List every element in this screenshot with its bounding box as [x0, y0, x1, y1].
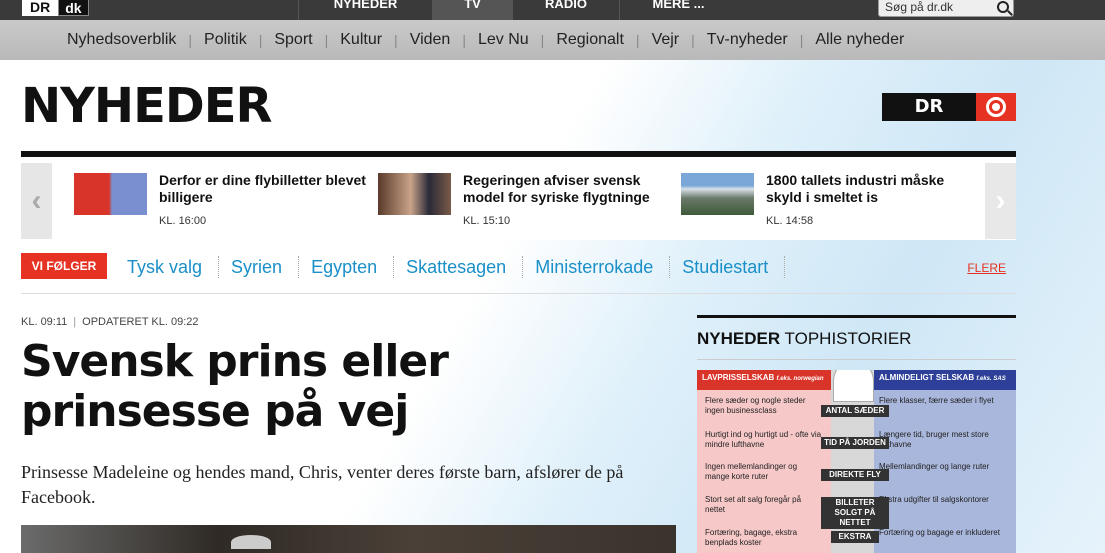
- heading-bold: NYHEDER: [697, 329, 781, 348]
- follow-links: Tysk valg Syrien Egypten Skattesagen Min…: [115, 254, 786, 280]
- top-nav-mere[interactable]: MERE ...: [619, 0, 737, 20]
- section-viden[interactable]: Viden: [398, 31, 463, 49]
- article-lead: Prinsesse Madeleine og hendes mand, Chri…: [21, 462, 624, 507]
- section-tv-nyheder[interactable]: Tv-nyheder: [695, 31, 800, 49]
- label-online-sales: BILLETER SOLGT PÅ NETTET: [821, 497, 889, 529]
- section-lev-nu[interactable]: Lev Nu: [466, 31, 541, 49]
- carousel-item[interactable]: Regeringen afviser svensk model for syri…: [378, 167, 678, 227]
- article-headline[interactable]: Svensk prins eller prinsesse på vej: [21, 337, 681, 437]
- search-icon[interactable]: [997, 1, 1009, 13]
- regular-point: Mellemlandinger og lange ruter: [879, 462, 990, 471]
- top-bar: DR dk NYHEDER TV RADIO MERE ... Søg på d…: [0, 0, 1105, 20]
- mountain-thumbnail: [681, 173, 754, 215]
- carousel-item-title[interactable]: Derfor er dine flybilletter blevet billi…: [159, 172, 369, 206]
- lowcost-point: Ingen mellemlandinger og mange korte rut…: [705, 462, 798, 481]
- top-stories-heading: NYHEDER TOPHISTORIER: [697, 315, 1016, 360]
- regular-point: Fortæring og bagage er inkluderet: [879, 528, 1000, 537]
- follow-link-tysk-valg[interactable]: Tysk valg: [115, 256, 220, 278]
- we-follow-bar: VI FØLGER Tysk valg Syrien Egypten Skatt…: [21, 240, 1016, 294]
- carousel-item-title[interactable]: Regeringen afviser svensk model for syri…: [463, 172, 673, 206]
- lowcost-point: Stort set alt salg foregår på nettet: [705, 495, 802, 514]
- regular-point: Flere klasser, færre sæder i flyet: [879, 396, 994, 405]
- heading-rest: TOPHISTORIER: [780, 329, 912, 348]
- carousel-item-time: KL. 16:00: [159, 215, 207, 227]
- lowcost-point: Flere sæder og nogle steder ingen busine…: [705, 396, 806, 415]
- carousel-next-button[interactable]: ›: [985, 163, 1016, 239]
- regular-header: ALMINDELIGT SELSKAB f.eks. SAS: [874, 370, 1016, 390]
- logo-dr: DR: [22, 0, 59, 16]
- carousel-item-title[interactable]: 1800 tallets industri måske skyld i smel…: [766, 172, 976, 206]
- follow-link-skattesagen[interactable]: Skattesagen: [394, 256, 524, 278]
- article-image[interactable]: [21, 525, 676, 553]
- section-nyhedsoverblik[interactable]: Nyhedsoverblik: [55, 31, 188, 49]
- section-regionalt[interactable]: Regionalt: [544, 31, 636, 49]
- lowcost-point: Hurtigt ind og hurtigt ud - ofte via min…: [705, 430, 822, 449]
- regular-point: Ekstra udgifter til salgskontorer: [879, 495, 989, 504]
- top-nav-nyheder[interactable]: NYHEDER: [298, 0, 432, 20]
- top-nav: NYHEDER TV RADIO MERE ...: [298, 0, 737, 20]
- article-meta: KL. 09:11 | OPDATERET KL. 09:22: [21, 316, 199, 328]
- follow-link-egypten[interactable]: Egypten: [299, 256, 395, 278]
- dr-logo-badge[interactable]: DR: [882, 93, 1016, 121]
- section-sport[interactable]: Sport: [262, 31, 324, 49]
- article-updated: OPDATERET KL. 09:22: [82, 316, 199, 328]
- dr-dk-logo[interactable]: DR dk: [22, 0, 89, 16]
- politician-thumbnail: [378, 173, 451, 215]
- follow-link-studiestart[interactable]: Studiestart: [670, 256, 786, 278]
- news-carousel: ‹ Derfor er dine flybilletter blevet bil…: [21, 151, 1016, 240]
- carousel-item-time: KL. 14:58: [766, 215, 814, 227]
- logo-dk: dk: [58, 0, 89, 16]
- divider: |: [73, 316, 77, 328]
- top-nav-radio[interactable]: RADIO: [512, 0, 619, 20]
- label-direct: DIREKTE FLY: [821, 469, 889, 481]
- label-extra: EKSTRA: [831, 531, 879, 543]
- label-seats: ANTAL SÆDER: [821, 405, 889, 417]
- section-nav: Nyhedsoverblik | Politik | Sport | Kultur | …: [0, 20, 1105, 60]
- section-kultur[interactable]: Kultur: [328, 31, 394, 49]
- search-input[interactable]: Søg på dr.dk: [878, 0, 1014, 17]
- search-placeholder: Søg på dr.dk: [885, 0, 954, 14]
- label-ground-time: TID PÅ JORDEN: [821, 437, 889, 449]
- lowcost-header: LAVPRISSELSKAB f.eks. norwegian: [697, 370, 831, 390]
- follow-link-syrien[interactable]: Syrien: [219, 256, 300, 278]
- section-vejr[interactable]: Vejr: [640, 31, 692, 49]
- article-time: KL. 09:11: [21, 316, 68, 328]
- top-nav-tv[interactable]: TV: [432, 0, 512, 20]
- carousel-item[interactable]: 1800 tallets industri måske skyld i smel…: [681, 167, 981, 227]
- airline-infographic[interactable]: LAVPRISSELSKAB f.eks. norwegian ALMINDEL…: [697, 370, 1016, 553]
- carousel-item[interactable]: Derfor er dine flybilletter blevet billi…: [74, 167, 374, 227]
- dr-badge-text: DR: [882, 93, 976, 121]
- we-follow-label: VI FØLGER: [21, 253, 107, 279]
- follow-link-ministerrokade[interactable]: Ministerrokade: [523, 256, 671, 278]
- carousel-item-time: KL. 15:10: [463, 215, 511, 227]
- section-alle-nyheder[interactable]: Alle nyheder: [803, 31, 916, 49]
- top-stories-sidebar: NYHEDER TOPHISTORIER LAVPRISSELSKAB f.ek…: [697, 315, 1016, 553]
- more-link[interactable]: FLERE: [967, 261, 1006, 275]
- page-title[interactable]: NYHEDER: [21, 78, 272, 134]
- flight-prices-thumbnail: [74, 173, 147, 215]
- regular-point: Længere tid, bruger mest store lufthavne: [879, 430, 989, 449]
- dr-eye-icon: [976, 93, 1016, 121]
- carousel-prev-button[interactable]: ‹: [21, 163, 52, 239]
- section-politik[interactable]: Politik: [192, 31, 259, 49]
- lowcost-point: Fortæring, bagage, ekstra benplads koste…: [705, 528, 798, 547]
